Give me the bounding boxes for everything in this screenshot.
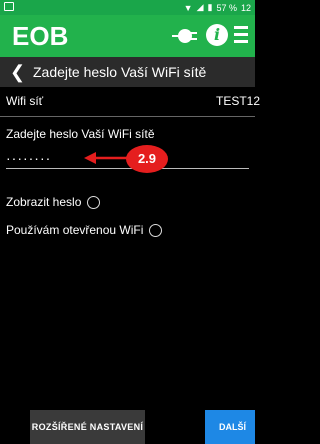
eob-logo: EOB	[12, 22, 68, 50]
plug-icon[interactable]	[172, 25, 198, 47]
battery-icon: ▮	[207, 2, 213, 12]
next-button[interactable]: DALŠÍ	[205, 410, 255, 444]
password-value: ········	[6, 150, 52, 166]
wifi-network-value: TEST12	[216, 94, 261, 108]
open-wifi-radio[interactable]	[149, 223, 163, 237]
wifi-signal-icon: ▼	[183, 2, 193, 13]
divider	[0, 116, 255, 117]
status-right: ▼ ◢ ▮ 57 % 12	[184, 2, 251, 13]
open-wifi-label: Používám otevřenou WiFi	[6, 223, 144, 237]
app-bar: EOB i	[0, 15, 255, 57]
logo-text: EOB	[12, 22, 68, 50]
show-password-radio[interactable]	[87, 195, 101, 209]
show-password-label: Zobrazit heslo	[6, 195, 82, 209]
title-bar: ❮ Zadejte heslo Vaší WiFi sítě	[0, 57, 255, 87]
show-password-option[interactable]: Zobrazit heslo	[6, 195, 101, 209]
cell-signal-icon: ◢	[196, 2, 204, 12]
page-title: Zadejte heslo Vaší WiFi sítě	[33, 64, 207, 80]
back-arrow-icon[interactable]: ❮	[10, 63, 25, 81]
advanced-settings-button[interactable]: ROZŠÍŘENÉ NASTAVENÍ	[30, 410, 145, 444]
menu-icon[interactable]	[234, 26, 248, 44]
info-icon[interactable]: i	[206, 24, 228, 46]
password-label: Zadejte heslo Vaší WiFi sítě	[6, 127, 155, 141]
clock: 12	[240, 2, 251, 13]
annotation-badge: 2.9	[126, 145, 168, 173]
open-wifi-option[interactable]: Používám otevřenou WiFi	[6, 223, 163, 237]
battery-level: 57 %	[216, 2, 237, 13]
wifi-network-label: Wifi síť	[6, 94, 44, 108]
gallery-icon	[4, 2, 14, 11]
wifi-network-row: Wifi síť TEST12	[0, 92, 260, 112]
status-bar: ▼ ◢ ▮ 57 % 12	[0, 0, 255, 15]
